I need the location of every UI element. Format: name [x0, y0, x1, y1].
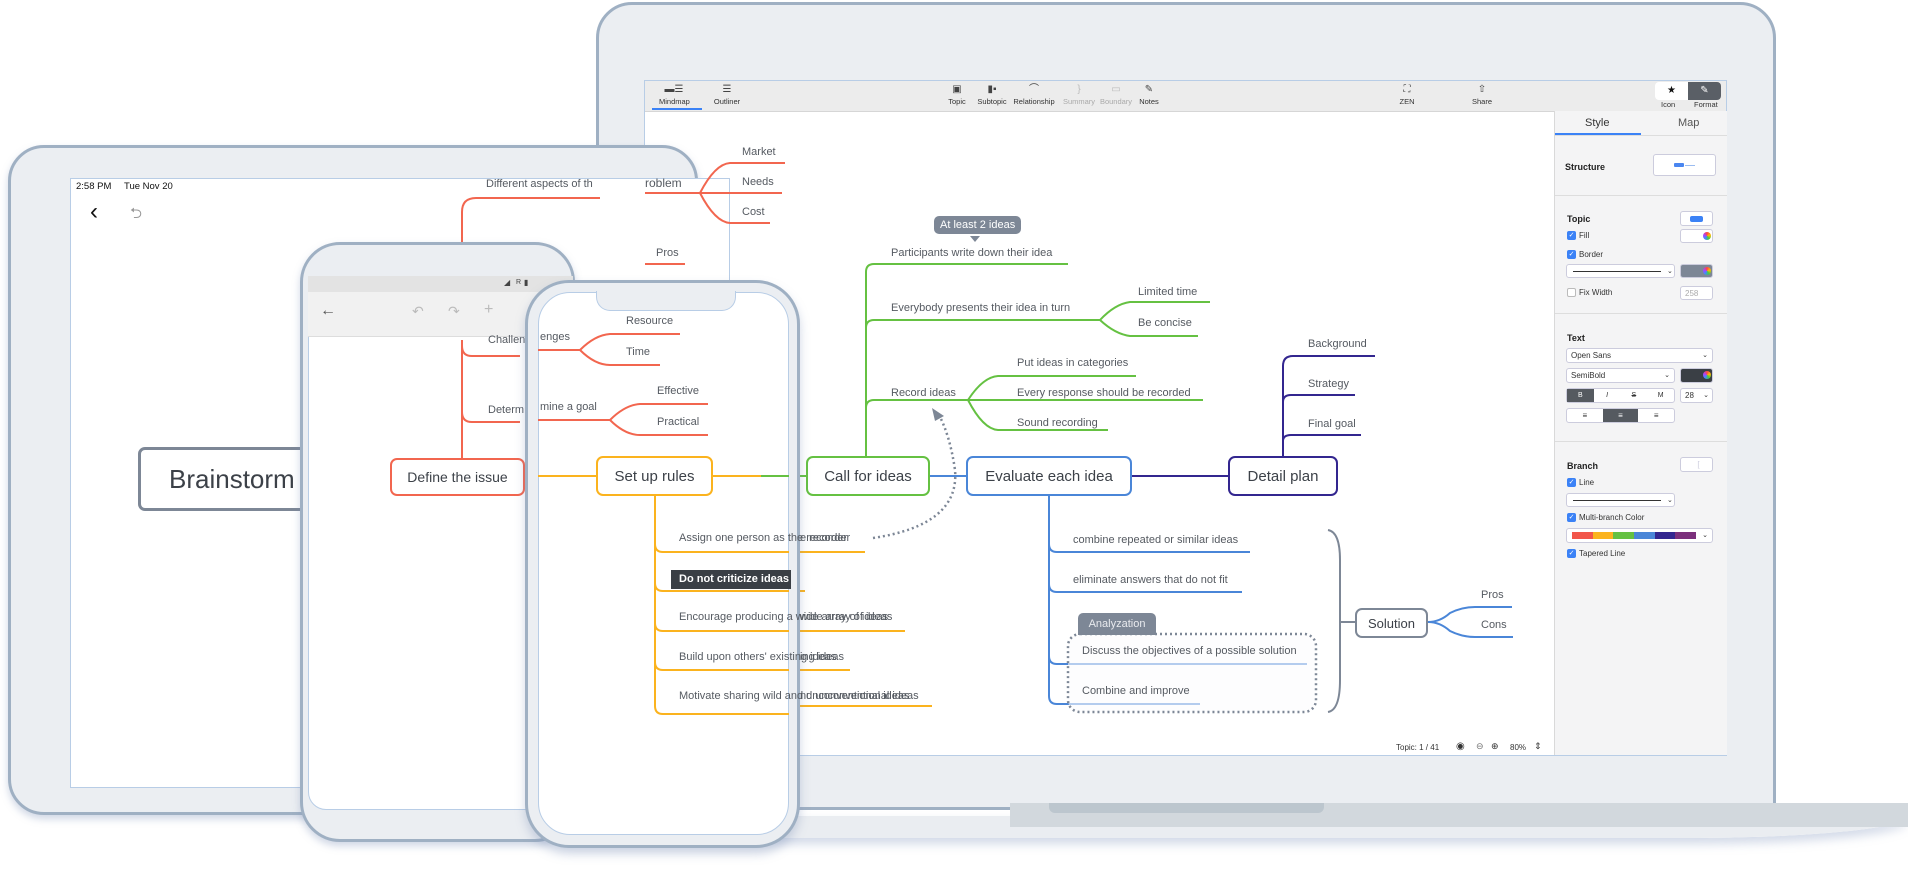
rule-motivate-tail[interactable]: nd unconventional ideas: [800, 690, 919, 702]
branch-line: [654, 543, 789, 553]
battery-icon: ▮: [524, 278, 529, 287]
topic-needs[interactable]: Needs: [742, 176, 774, 188]
mindmap-branches: [461, 162, 1513, 714]
topic-determine-goal[interactable]: mine a goal: [540, 401, 597, 413]
topic-detail-plan[interactable]: Detail plan: [1228, 456, 1338, 496]
topic-market[interactable]: Market: [742, 146, 776, 158]
topic-pros[interactable]: Pros: [1481, 589, 1504, 601]
topic-be-concise[interactable]: Be concise: [1138, 317, 1192, 329]
undo-icon[interactable]: ↶: [412, 303, 424, 320]
topic-different-aspects[interactable]: Different aspects of th: [486, 178, 593, 190]
topic-practical[interactable]: Practical: [657, 416, 699, 428]
topic-final-goal[interactable]: Final goal: [1308, 418, 1356, 430]
android-status-bar: ◢ R ▮: [308, 276, 573, 292]
summary-brace: [1327, 529, 1341, 713]
branch-line: [1282, 355, 1375, 456]
branch-line: [654, 622, 789, 632]
topic-cost[interactable]: Cost: [742, 206, 765, 218]
topic-challenges-phone2[interactable]: enges: [540, 331, 570, 343]
callout-pointer: [970, 236, 980, 242]
topic-cons[interactable]: Cons: [1481, 619, 1507, 631]
phone2-branches: [538, 333, 789, 715]
topic-everybody-presents[interactable]: Everybody presents their idea in turn: [891, 302, 1070, 314]
rule-assign-tail[interactable]: e recorder: [800, 532, 850, 544]
topic-define-phone1[interactable]: Define the issue: [390, 458, 525, 496]
topic-record-ideas[interactable]: Record ideas: [891, 387, 956, 399]
branch-line: [654, 661, 789, 671]
branch-line: [1282, 394, 1355, 403]
topic-call-for-ideas[interactable]: Call for ideas: [806, 456, 930, 496]
branch-line: [654, 496, 789, 715]
status-text: R: [516, 279, 522, 286]
topic-strategy[interactable]: Strategy: [1308, 378, 1349, 390]
callout-at-least-2-ideas[interactable]: At least 2 ideas: [934, 216, 1022, 234]
topic-combine-repeated[interactable]: combine repeated or similar ideas: [1073, 534, 1238, 546]
rule-encourage-tail[interactable]: wide array of ideas: [800, 611, 892, 623]
branch-line: [1282, 434, 1361, 442]
topic-problem[interactable]: roblem: [645, 176, 682, 190]
redo-icon[interactable]: ↷: [448, 303, 460, 320]
topic-every-response[interactable]: Every response should be recorded: [1017, 387, 1191, 399]
topic-set-up-rules[interactable]: Set up rules: [596, 456, 713, 496]
topic-limited-time[interactable]: Limited time: [1138, 286, 1197, 298]
topic-put-ideas[interactable]: Put ideas in categories: [1017, 357, 1128, 369]
topic-eliminate-answers[interactable]: eliminate answers that do not fit: [1073, 574, 1228, 586]
add-icon[interactable]: +: [484, 301, 493, 319]
topic-combine-improve[interactable]: Combine and improve: [1082, 685, 1190, 697]
rule-build-tail[interactable]: ing ideas: [800, 651, 844, 663]
branch-line: [461, 345, 520, 357]
back-arrow-icon[interactable]: ←: [320, 302, 336, 320]
topic-sound-recording[interactable]: Sound recording: [1017, 417, 1098, 429]
phone1-branches: [461, 340, 520, 460]
topic-pros-left[interactable]: Pros: [656, 247, 679, 259]
topic-evaluate-each-idea[interactable]: Evaluate each idea: [966, 456, 1132, 496]
topic-effective[interactable]: Effective: [657, 385, 699, 397]
topic-time[interactable]: Time: [626, 346, 650, 358]
topic-participants[interactable]: Participants write down their idea: [891, 247, 1052, 259]
boundary-label[interactable]: Analyzation: [1078, 613, 1156, 635]
topic-challenges-phone1[interactable]: Challen: [488, 334, 525, 346]
topic-background[interactable]: Background: [1308, 338, 1367, 350]
rule-do-not-criticize-selected[interactable]: Do not criticize ideas: [671, 570, 791, 589]
branch-line: [865, 399, 968, 409]
root-text: Brainstorm: [169, 463, 295, 494]
topic-resource[interactable]: Resource: [626, 315, 673, 327]
topic-discuss-objectives[interactable]: Discuss the objectives of a possible sol…: [1082, 645, 1297, 657]
topic-determine-phone1[interactable]: Determ: [488, 404, 524, 416]
branch-line: [865, 319, 1100, 329]
topic-solution[interactable]: Solution: [1355, 608, 1428, 638]
signal-icon: ◢: [504, 278, 511, 287]
